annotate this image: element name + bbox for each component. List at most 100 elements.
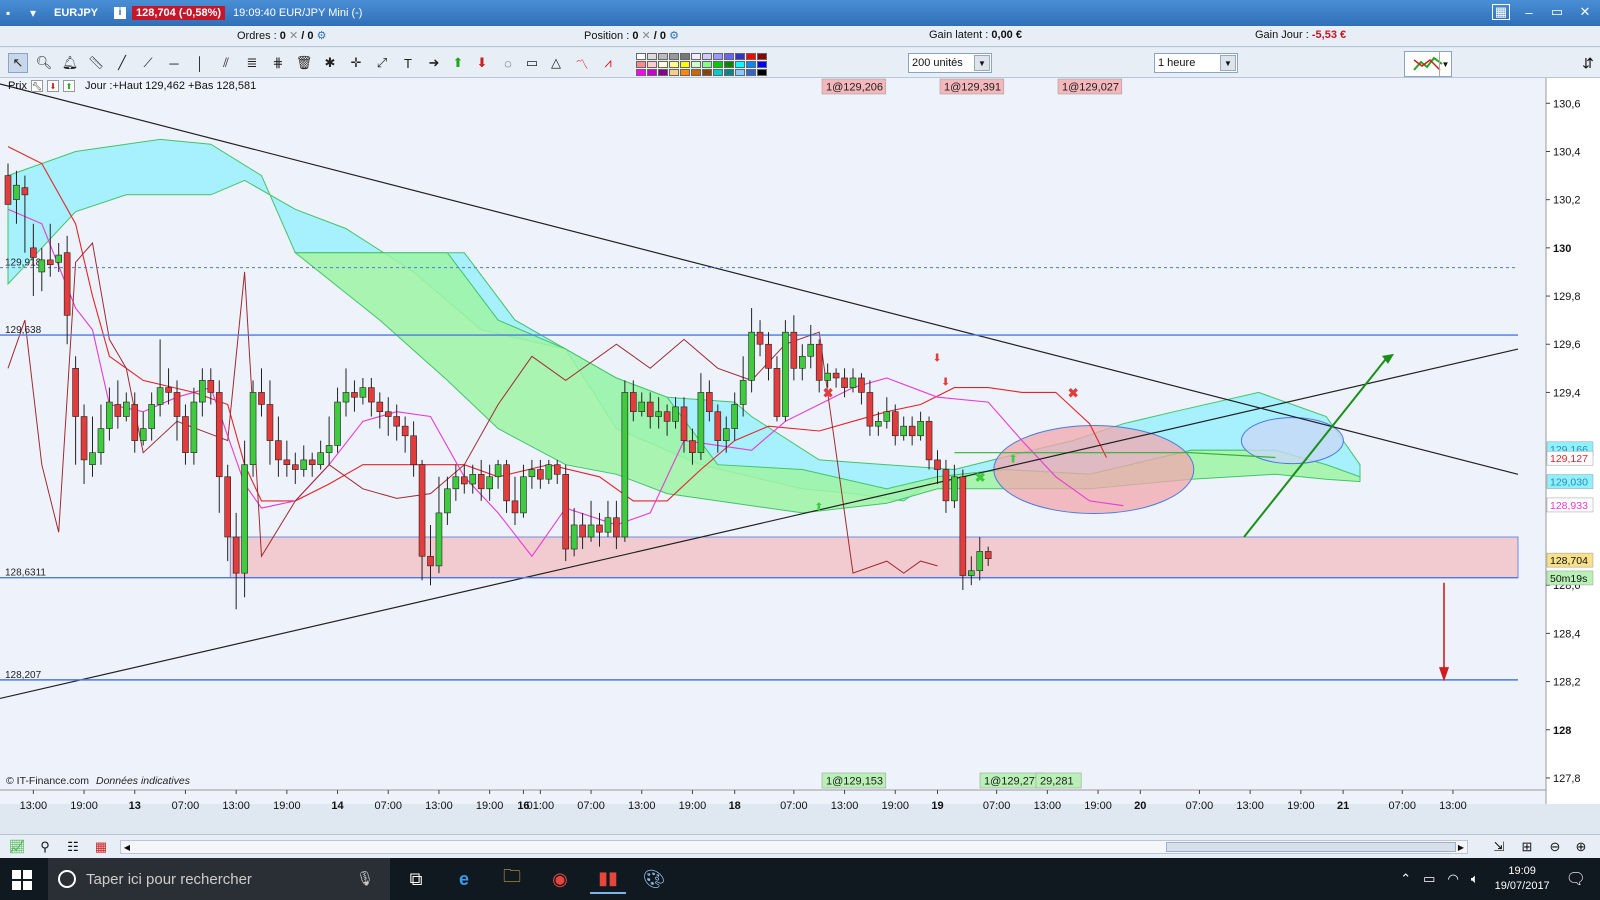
candle-up[interactable] (452, 476, 460, 490)
candle-up[interactable] (148, 404, 155, 429)
lasso-tool-icon[interactable]: ◌ (498, 53, 518, 73)
candle-down[interactable] (756, 331, 764, 345)
candle-up[interactable] (486, 476, 493, 490)
candle-up[interactable] (156, 387, 164, 405)
chevron-up-icon[interactable]: ⌃ (1400, 871, 1411, 887)
candle-down[interactable] (393, 416, 401, 427)
candle-down[interactable] (418, 464, 426, 557)
horizontal-scrollbar[interactable]: ◀ ▶ (120, 840, 1468, 854)
color-swatch[interactable] (647, 69, 657, 76)
candle-down[interactable] (376, 401, 384, 412)
fit-icon[interactable]: ⇲ (1490, 838, 1508, 856)
period-select[interactable]: 1 heure ▼ (1154, 53, 1238, 73)
candle-up[interactable] (722, 428, 730, 441)
channel-tool-icon[interactable]: ⫽ (216, 53, 236, 73)
rectangle-tool-icon[interactable]: ▭ (522, 53, 542, 73)
candle-up[interactable] (900, 425, 908, 437)
candle-up[interactable] (748, 331, 755, 381)
candle-down[interactable] (553, 464, 561, 475)
candle-down[interactable] (646, 401, 654, 417)
color-swatch[interactable] (669, 61, 679, 68)
price-value-badge[interactable]: 128,933 (1550, 500, 1588, 512)
microphone-icon[interactable]: 🎙︎ (356, 870, 374, 887)
battery-icon[interactable]: ▭ (1423, 871, 1435, 887)
candle-down[interactable] (308, 459, 316, 466)
candle-up[interactable] (621, 392, 629, 538)
trendline-tool-icon[interactable]: ⤢ (372, 53, 392, 73)
wrench-icon[interactable]: 🔧︎ (30, 80, 43, 92)
color-swatch[interactable] (636, 53, 646, 60)
fibonacci-tool-icon[interactable]: ≣ (242, 53, 262, 73)
candle-down[interactable] (368, 387, 375, 403)
candle-down[interactable] (266, 404, 274, 441)
color-swatch[interactable] (746, 61, 756, 68)
candle-up[interactable] (325, 445, 333, 453)
color-swatch[interactable] (735, 53, 745, 60)
horizontal-line-icon[interactable]: ─ (164, 53, 184, 73)
candle-down[interactable] (182, 416, 189, 453)
chart-settings-icon[interactable]: 📈︎ (8, 838, 26, 856)
candle-up[interactable] (520, 476, 527, 514)
candle-up[interactable] (469, 474, 477, 485)
line-tool-icon[interactable]: ╱ (112, 53, 132, 73)
signal-arrow-icon[interactable]: ⬇ (941, 376, 950, 388)
candle-up[interactable] (199, 380, 206, 403)
orders-grid-icon[interactable]: ▦ (92, 838, 110, 856)
color-swatch[interactable] (713, 53, 723, 60)
ruler-tool-icon[interactable]: 📏︎ (86, 53, 106, 73)
candle-up[interactable] (38, 259, 46, 273)
candle-down[interactable] (131, 404, 139, 441)
color-swatch[interactable] (735, 69, 745, 76)
candle-up[interactable] (97, 428, 105, 453)
arrow-right-icon[interactable]: ➜ (424, 53, 444, 73)
trading-app-taskbar-icon[interactable]: ▮▮ (590, 864, 626, 894)
color-swatch[interactable] (658, 69, 668, 76)
dropdown-icon[interactable]: ▾ (30, 6, 48, 20)
candle-down[interactable] (384, 411, 392, 417)
signal-arrow-icon[interactable]: ⬇ (933, 352, 942, 364)
window-menu-icon[interactable]: ▦ (1492, 4, 1510, 20)
color-swatch[interactable] (669, 53, 679, 60)
candle-down[interactable] (908, 425, 916, 437)
candle-down[interactable] (866, 392, 874, 427)
candle-down[interactable] (477, 474, 485, 490)
pattern-tool-icon[interactable]: 〽 (572, 53, 592, 73)
candle-up[interactable] (359, 387, 367, 398)
candle-down[interactable] (401, 425, 409, 437)
candle-up[interactable] (570, 524, 578, 550)
signal-arrow-icon[interactable]: ⬆ (814, 502, 823, 514)
order-badge-top[interactable]: 1@129,391 (944, 82, 1001, 94)
order-badge-top[interactable]: 1@129,027 (1062, 82, 1119, 94)
price-value-badge[interactable]: 128,704 (1550, 555, 1588, 567)
color-swatch[interactable] (680, 69, 690, 76)
scroll-left-icon[interactable]: ◀ (121, 841, 133, 853)
candle-down[interactable] (689, 440, 696, 453)
candle-down[interactable] (63, 252, 71, 316)
notifications-icon[interactable]: 🗨︎ (1566, 869, 1586, 889)
units-select[interactable]: 200 unités ▼ (908, 53, 992, 73)
candle-up[interactable] (697, 392, 705, 453)
color-swatch[interactable] (658, 53, 668, 60)
wifi-icon[interactable]: ◠ (1447, 871, 1458, 887)
zoom-in-icon[interactable]: ⊕ (1572, 838, 1590, 856)
candle-down[interactable] (30, 247, 37, 258)
candle-up[interactable] (89, 452, 96, 466)
color-swatch[interactable] (636, 61, 646, 68)
candle-up[interactable] (655, 411, 662, 417)
candle-up[interactable] (798, 355, 806, 369)
text-tool-icon[interactable]: T (398, 53, 418, 73)
color-swatch[interactable] (636, 69, 646, 76)
chart-type-button[interactable]: ▼ (1404, 51, 1452, 77)
candle-up[interactable] (824, 372, 831, 381)
candle-down[interactable] (410, 435, 417, 466)
candle-up[interactable] (917, 421, 924, 437)
candle-down[interactable] (72, 368, 79, 417)
taskbar-search[interactable]: Taper ici pour rechercher 🎙︎ (48, 858, 390, 900)
candle-down[interactable] (663, 411, 671, 422)
info-icon[interactable]: i (114, 7, 127, 19)
candle-down[interactable] (114, 404, 122, 417)
candle-down[interactable] (841, 377, 848, 388)
candle-down[interactable] (207, 380, 215, 393)
candle-up[interactable] (300, 459, 308, 470)
candle-down[interactable] (891, 411, 899, 437)
